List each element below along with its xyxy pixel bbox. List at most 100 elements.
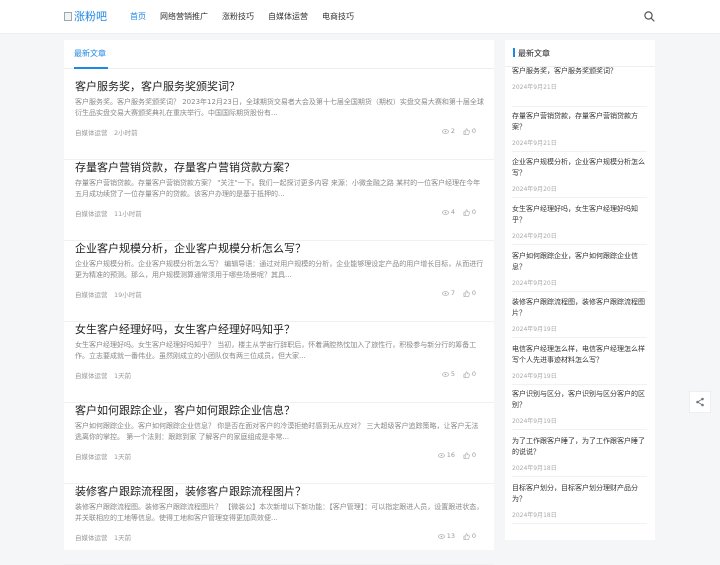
sidebar-item-date: 2024年9月18日 bbox=[512, 512, 557, 519]
sidebar-item-title[interactable]: 女生客户经理好吗，女生客户经理好吗知乎？ bbox=[512, 204, 647, 226]
article-item[interactable]: 存量客户营销贷款，存量客户营销贷款方案？ 存量客户营销贷款。存量客户营销贷款方案… bbox=[64, 159, 494, 241]
likes-count: 0 bbox=[471, 289, 476, 297]
sidebar-item-date: 2024年9月21日 bbox=[512, 84, 557, 91]
sidebar-item-title[interactable]: 客户服务奖，客户服务奖颁奖词？ bbox=[512, 66, 647, 77]
article-item[interactable]: 客户如何跟踪企业，客户如何跟踪企业信息？ 客户如何跟踪企业。客户如何跟踪企业信息… bbox=[64, 402, 494, 484]
sidebar-item-date: 2024年9月19日 bbox=[512, 373, 557, 380]
article-views: 5 bbox=[441, 370, 455, 378]
article-meta: 自媒体运营 11小时前 4 0 bbox=[75, 208, 476, 218]
article-item[interactable]: 客户服务奖，客户服务奖颁奖词？ 客户服务奖。客户服务奖颁奖词？ 2023年12月… bbox=[64, 78, 494, 160]
article-category[interactable]: 自媒体运营 bbox=[75, 532, 108, 542]
article-likes[interactable]: 0 bbox=[463, 370, 476, 378]
sidebar-header: 最新文章 bbox=[505, 40, 655, 67]
thumbs-up-icon bbox=[463, 451, 470, 459]
sidebar-item[interactable]: 女生客户经理好吗，女生客户经理好吗知乎？ 2024年9月20日 bbox=[512, 204, 647, 245]
article-likes[interactable]: 0 bbox=[463, 532, 476, 540]
sidebar-item-title[interactable]: 装修客户跟踪流程图，装修客户跟踪流程图片？ bbox=[512, 297, 647, 319]
sidebar-item-title[interactable]: 客户如何跟踪企业，客户如何跟踪企业信息？ bbox=[512, 251, 647, 273]
article-likes[interactable]: 0 bbox=[463, 208, 476, 216]
article-time: 2小时前 bbox=[114, 129, 138, 137]
article-time: 19小时前 bbox=[114, 291, 142, 299]
likes-count: 0 bbox=[471, 532, 476, 540]
eye-icon bbox=[441, 209, 449, 215]
eye-icon bbox=[441, 128, 449, 134]
sidebar-item[interactable]: 企业客户规模分析，企业客户规模分析怎么写？ 2024年9月20日 bbox=[512, 157, 647, 198]
sidebar-item-date: 2024年9月20日 bbox=[512, 280, 557, 287]
article-meta: 自媒体运营 1天前 16 0 bbox=[75, 451, 476, 461]
article-excerpt: 客户如何跟踪企业。客户如何跟踪企业信息？ 你是否在面对客户的冷漠拒绝时感到无从应… bbox=[75, 422, 479, 441]
article-meta: 自媒体运营 2小时前 2 0 bbox=[75, 127, 476, 137]
nav-item-home[interactable]: 首页 bbox=[130, 0, 153, 33]
article-likes[interactable]: 0 bbox=[463, 289, 476, 297]
nav-item-fans-tips[interactable]: 涨粉技巧 bbox=[222, 0, 261, 33]
thumbs-up-icon bbox=[463, 208, 470, 216]
views-count: 4 bbox=[450, 208, 455, 216]
article-views: 7 bbox=[441, 289, 455, 297]
article-meta: 自媒体运营 19小时前 7 0 bbox=[75, 289, 476, 299]
sidebar-latest-articles: 最新文章 客户服务奖，客户服务奖颁奖词？ 2024年9月21日 存量客户营销贷款… bbox=[505, 40, 655, 540]
thumbs-up-icon bbox=[463, 127, 470, 135]
article-title[interactable]: 装修客户跟踪流程图，装修客户跟踪流程图片？ bbox=[75, 483, 306, 499]
article-title[interactable]: 客户如何跟踪企业，客户如何跟踪企业信息？ bbox=[75, 402, 295, 418]
article-title[interactable]: 客户服务奖，客户服务奖颁奖词？ bbox=[75, 78, 240, 94]
article-views: 2 bbox=[441, 127, 455, 135]
nav-item-we-media[interactable]: 自媒体运营 bbox=[268, 0, 315, 33]
sidebar-item-date: 2024年9月20日 bbox=[512, 233, 557, 240]
article-item[interactable]: 企业客户规模分析，企业客户规模分析怎么写？ 企业客户规模分析。企业客户规模分析怎… bbox=[64, 240, 494, 322]
sidebar-item-title[interactable]: 客户识别与区分，客户识别与区分客户的区别？ bbox=[512, 389, 647, 411]
article-time: 11小时前 bbox=[114, 210, 142, 218]
article-category[interactable]: 自媒体运营 bbox=[75, 208, 108, 218]
sidebar-item-title[interactable]: 为了工作跟客户睡了，为了工作跟客户睡了的说说？ bbox=[512, 436, 647, 458]
article-category[interactable]: 自媒体运营 bbox=[75, 289, 108, 299]
article-excerpt: 客户服务奖。客户服务奖颁奖词？ 2023年12月23日，全球期货交易者大会及第十… bbox=[75, 98, 484, 117]
article-meta: 自媒体运营 1天前 13 0 bbox=[75, 532, 476, 542]
share-icon bbox=[696, 397, 704, 407]
article-item[interactable]: 女生客户经理好吗，女生客户经理好吗知乎？ 女生客户经理好吗。女生客户经理好吗知乎… bbox=[64, 321, 494, 403]
article-excerpt: 装修客户跟踪流程图。装修客户跟踪流程图片？ 【微装公】本次新增以下新功能：【客户… bbox=[75, 503, 484, 522]
search-icon[interactable] bbox=[643, 10, 656, 23]
sidebar-item-title[interactable]: 企业客户规模分析，企业客户规模分析怎么写？ bbox=[512, 157, 647, 179]
article-excerpt: 女生客户经理好吗。女生客户经理好吗知乎？ 当初，楼主从学宙行辞职后，怀着满腔热忱… bbox=[75, 341, 477, 360]
thumbs-up-icon bbox=[463, 532, 470, 540]
nav-item-marketing[interactable]: 网络营销推广 bbox=[160, 0, 215, 33]
article-views: 13 bbox=[437, 532, 455, 540]
article-title[interactable]: 存量客户营销贷款，存量客户营销贷款方案？ bbox=[75, 159, 295, 175]
sidebar-item-title[interactable]: 电信客户经理怎么样，电信客户经理怎么样写个人先进事迹材料怎么写？ bbox=[512, 344, 647, 366]
sidebar-item[interactable]: 目标客户划分，目标客户划分理财产品分为？ 2024年9月18日 bbox=[512, 483, 647, 524]
views-count: 2 bbox=[450, 127, 455, 135]
article-item[interactable]: 装修客户跟踪流程图，装修客户跟踪流程图片？ 装修客户跟踪流程图。装修客户跟踪流程… bbox=[64, 483, 494, 565]
site-logo[interactable]: 涨粉吧 bbox=[64, 9, 107, 23]
article-category[interactable]: 自媒体运营 bbox=[75, 370, 108, 380]
article-time: 1天前 bbox=[114, 453, 132, 461]
likes-count: 0 bbox=[471, 208, 476, 216]
sidebar-item-title[interactable]: 存量客户营销贷款，存量客户营销贷款方案？ bbox=[512, 111, 647, 133]
section-title-underline bbox=[74, 67, 108, 69]
share-button[interactable] bbox=[689, 391, 711, 413]
section-title: 最新文章 bbox=[74, 49, 106, 58]
article-list-header: 最新文章 bbox=[64, 40, 494, 69]
nav-item-ecommerce[interactable]: 电商技巧 bbox=[322, 0, 361, 33]
sidebar-item[interactable]: 电信客户经理怎么样，电信客户经理怎么样写个人先进事迹材料怎么写？ 2024年9月… bbox=[512, 344, 647, 385]
likes-count: 0 bbox=[471, 127, 476, 135]
article-likes[interactable]: 0 bbox=[463, 451, 476, 459]
article-category[interactable]: 自媒体运营 bbox=[75, 127, 108, 137]
article-excerpt: 存量客户营销贷款。存量客户营销贷款方案？ "关注"一下。我们一起探讨更多内容 来… bbox=[75, 179, 481, 198]
article-likes[interactable]: 0 bbox=[463, 127, 476, 135]
views-count: 13 bbox=[446, 532, 455, 540]
sidebar-item-date: 2024年9月20日 bbox=[512, 186, 557, 193]
article-time: 1天前 bbox=[114, 372, 132, 380]
sidebar-item[interactable]: 客户如何跟踪企业，客户如何跟踪企业信息？ 2024年9月20日 bbox=[512, 251, 647, 292]
article-title[interactable]: 女生客户经理好吗，女生客户经理好吗知乎？ bbox=[75, 321, 295, 337]
sidebar-item[interactable]: 装修客户跟踪流程图，装修客户跟踪流程图片？ 2024年9月19日 bbox=[512, 297, 647, 338]
sidebar-item-title[interactable]: 目标客户划分，目标客户划分理财产品分为？ bbox=[512, 483, 647, 505]
article-title[interactable]: 企业客户规模分析，企业客户规模分析怎么写？ bbox=[75, 240, 306, 256]
likes-count: 0 bbox=[471, 370, 476, 378]
sidebar-title-marker bbox=[513, 48, 515, 57]
sidebar-item-date: 2024年9月21日 bbox=[512, 140, 557, 147]
article-category[interactable]: 自媒体运营 bbox=[75, 451, 108, 461]
sidebar-item[interactable]: 为了工作跟客户睡了，为了工作跟客户睡了的说说？ 2024年9月18日 bbox=[512, 436, 647, 477]
eye-icon bbox=[437, 533, 445, 539]
sidebar-item[interactable]: 客户服务奖，客户服务奖颁奖词？ 2024年9月21日 bbox=[512, 66, 647, 107]
sidebar-item[interactable]: 客户识别与区分，客户识别与区分客户的区别？ 2024年9月19日 bbox=[512, 389, 647, 430]
sidebar-item[interactable]: 存量客户营销贷款，存量客户营销贷款方案？ 2024年9月21日 bbox=[512, 111, 647, 152]
